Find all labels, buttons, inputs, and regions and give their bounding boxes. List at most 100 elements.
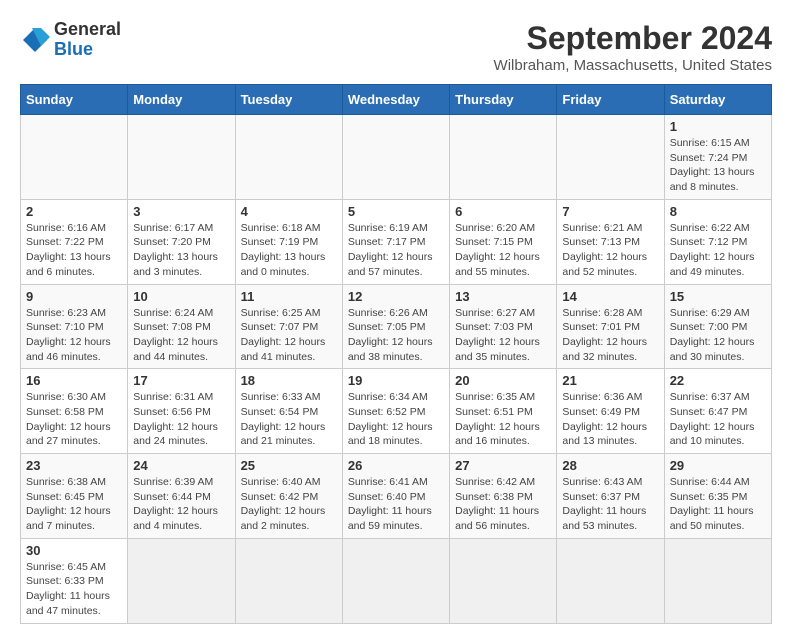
day-detail: Sunrise: 6:28 AMSunset: 7:01 PMDaylight:… <box>562 306 658 365</box>
calendar-header: Sunday Monday Tuesday Wednesday Thursday… <box>21 85 772 115</box>
table-row: 19 Sunrise: 6:34 AMSunset: 6:52 PMDayligh… <box>342 369 449 454</box>
day-detail: Sunrise: 6:35 AMSunset: 6:51 PMDaylight:… <box>455 390 551 449</box>
day-number: 29 <box>670 458 766 473</box>
day-detail: Sunrise: 6:19 AMSunset: 7:17 PMDaylight:… <box>348 221 444 280</box>
day-detail: Sunrise: 6:41 AMSunset: 6:40 PMDaylight:… <box>348 475 444 534</box>
table-row: 2 Sunrise: 6:16 AMSunset: 7:22 PMDaylight… <box>21 199 128 284</box>
day-number: 4 <box>241 204 337 219</box>
table-row: 29 Sunrise: 6:44 AMSunset: 6:35 PMDayligh… <box>664 454 771 539</box>
table-row <box>128 538 235 623</box>
day-detail: Sunrise: 6:39 AMSunset: 6:44 PMDaylight:… <box>133 475 229 534</box>
day-number: 6 <box>455 204 551 219</box>
day-number: 20 <box>455 373 551 388</box>
day-number: 23 <box>26 458 122 473</box>
day-number: 16 <box>26 373 122 388</box>
header-friday: Friday <box>557 85 664 115</box>
day-number: 9 <box>26 289 122 304</box>
table-row <box>664 538 771 623</box>
day-detail: Sunrise: 6:24 AMSunset: 7:08 PMDaylight:… <box>133 306 229 365</box>
header-tuesday: Tuesday <box>235 85 342 115</box>
weekday-header-row: Sunday Monday Tuesday Wednesday Thursday… <box>21 85 772 115</box>
day-detail: Sunrise: 6:29 AMSunset: 7:00 PMDaylight:… <box>670 306 766 365</box>
day-number: 15 <box>670 289 766 304</box>
table-row: 7 Sunrise: 6:21 AMSunset: 7:13 PMDaylight… <box>557 199 664 284</box>
day-detail: Sunrise: 6:18 AMSunset: 7:19 PMDaylight:… <box>241 221 337 280</box>
day-detail: Sunrise: 6:26 AMSunset: 7:05 PMDaylight:… <box>348 306 444 365</box>
logo-line1: General <box>54 20 121 40</box>
day-number: 27 <box>455 458 551 473</box>
calendar-row: 16 Sunrise: 6:30 AMSunset: 6:58 PMDayligh… <box>21 369 772 454</box>
header: General Blue September 2024 Wilbraham, M… <box>20 20 772 74</box>
day-number: 19 <box>348 373 444 388</box>
day-detail: Sunrise: 6:37 AMSunset: 6:47 PMDaylight:… <box>670 390 766 449</box>
day-detail: Sunrise: 6:20 AMSunset: 7:15 PMDaylight:… <box>455 221 551 280</box>
table-row: 12 Sunrise: 6:26 AMSunset: 7:05 PMDayligh… <box>342 284 449 369</box>
logo-line2: Blue <box>54 40 121 60</box>
header-saturday: Saturday <box>664 85 771 115</box>
day-detail: Sunrise: 6:17 AMSunset: 7:20 PMDaylight:… <box>133 221 229 280</box>
day-detail: Sunrise: 6:45 AMSunset: 6:33 PMDaylight:… <box>26 560 122 619</box>
table-row: 17 Sunrise: 6:31 AMSunset: 6:56 PMDayligh… <box>128 369 235 454</box>
location-title: Wilbraham, Massachusetts, United States <box>494 57 772 74</box>
day-number: 11 <box>241 289 337 304</box>
day-detail: Sunrise: 6:31 AMSunset: 6:56 PMDaylight:… <box>133 390 229 449</box>
day-number: 24 <box>133 458 229 473</box>
table-row: 13Sunrise: 6:27 AMSunset: 7:03 PMDayligh… <box>450 284 557 369</box>
calendar-row: 9 Sunrise: 6:23 AMSunset: 7:10 PMDaylight… <box>21 284 772 369</box>
table-row: 18 Sunrise: 6:33 AMSunset: 6:54 PMDayligh… <box>235 369 342 454</box>
day-number: 17 <box>133 373 229 388</box>
day-number: 2 <box>26 204 122 219</box>
table-row: 27Sunrise: 6:42 AMSunset: 6:38 PMDayligh… <box>450 454 557 539</box>
day-number: 3 <box>133 204 229 219</box>
day-number: 12 <box>348 289 444 304</box>
day-number: 1 <box>670 119 766 134</box>
table-row: 8Sunrise: 6:22 AMSunset: 7:12 PMDaylight… <box>664 199 771 284</box>
day-number: 14 <box>562 289 658 304</box>
table-row: 3 Sunrise: 6:17 AMSunset: 7:20 PMDaylight… <box>128 199 235 284</box>
header-wednesday: Wednesday <box>342 85 449 115</box>
day-detail: Sunrise: 6:40 AMSunset: 6:42 PMDaylight:… <box>241 475 337 534</box>
day-detail: Sunrise: 6:21 AMSunset: 7:13 PMDaylight:… <box>562 221 658 280</box>
table-row: 22Sunrise: 6:37 AMSunset: 6:47 PMDayligh… <box>664 369 771 454</box>
table-row: 20 Sunrise: 6:35 AMSunset: 6:51 PMDayligh… <box>450 369 557 454</box>
day-number: 10 <box>133 289 229 304</box>
table-row: 25 Sunrise: 6:40 AMSunset: 6:42 PMDayligh… <box>235 454 342 539</box>
table-row <box>342 538 449 623</box>
day-detail: Sunrise: 6:16 AMSunset: 7:22 PMDaylight:… <box>26 221 122 280</box>
day-detail: Sunrise: 6:33 AMSunset: 6:54 PMDaylight:… <box>241 390 337 449</box>
day-detail: Sunrise: 6:36 AMSunset: 6:49 PMDaylight:… <box>562 390 658 449</box>
table-row: 14 Sunrise: 6:28 AMSunset: 7:01 PMDayligh… <box>557 284 664 369</box>
day-number: 28 <box>562 458 658 473</box>
table-row: 5 Sunrise: 6:19 AMSunset: 7:17 PMDaylight… <box>342 199 449 284</box>
table-row: 16 Sunrise: 6:30 AMSunset: 6:58 PMDayligh… <box>21 369 128 454</box>
table-row: 24 Sunrise: 6:39 AMSunset: 6:44 PMDayligh… <box>128 454 235 539</box>
calendar-table: Sunday Monday Tuesday Wednesday Thursday… <box>20 84 772 624</box>
day-detail: Sunrise: 6:44 AMSunset: 6:35 PMDaylight:… <box>670 475 766 534</box>
table-row <box>128 115 235 200</box>
table-row: 26Sunrise: 6:41 AMSunset: 6:40 PMDayligh… <box>342 454 449 539</box>
table-row: 15 Sunrise: 6:29 AMSunset: 7:00 PMDayligh… <box>664 284 771 369</box>
table-row: 30Sunrise: 6:45 AMSunset: 6:33 PMDayligh… <box>21 538 128 623</box>
table-row <box>450 115 557 200</box>
calendar-row: 1Sunrise: 6:15 AMSunset: 7:24 PMDaylight… <box>21 115 772 200</box>
day-detail: Sunrise: 6:34 AMSunset: 6:52 PMDaylight:… <box>348 390 444 449</box>
day-number: 18 <box>241 373 337 388</box>
logo-icon <box>20 25 50 55</box>
day-detail: Sunrise: 6:38 AMSunset: 6:45 PMDaylight:… <box>26 475 122 534</box>
day-detail: Sunrise: 6:30 AMSunset: 6:58 PMDaylight:… <box>26 390 122 449</box>
logo: General Blue <box>20 20 121 60</box>
table-row <box>450 538 557 623</box>
table-row: 9 Sunrise: 6:23 AMSunset: 7:10 PMDaylight… <box>21 284 128 369</box>
day-detail: Sunrise: 6:23 AMSunset: 7:10 PMDaylight:… <box>26 306 122 365</box>
table-row: 11 Sunrise: 6:25 AMSunset: 7:07 PMDayligh… <box>235 284 342 369</box>
header-thursday: Thursday <box>450 85 557 115</box>
day-number: 25 <box>241 458 337 473</box>
day-number: 7 <box>562 204 658 219</box>
table-row: 4 Sunrise: 6:18 AMSunset: 7:19 PMDaylight… <box>235 199 342 284</box>
day-number: 5 <box>348 204 444 219</box>
table-row <box>235 538 342 623</box>
table-row: 6 Sunrise: 6:20 AMSunset: 7:15 PMDaylight… <box>450 199 557 284</box>
table-row <box>235 115 342 200</box>
table-row <box>342 115 449 200</box>
day-detail: Sunrise: 6:25 AMSunset: 7:07 PMDaylight:… <box>241 306 337 365</box>
